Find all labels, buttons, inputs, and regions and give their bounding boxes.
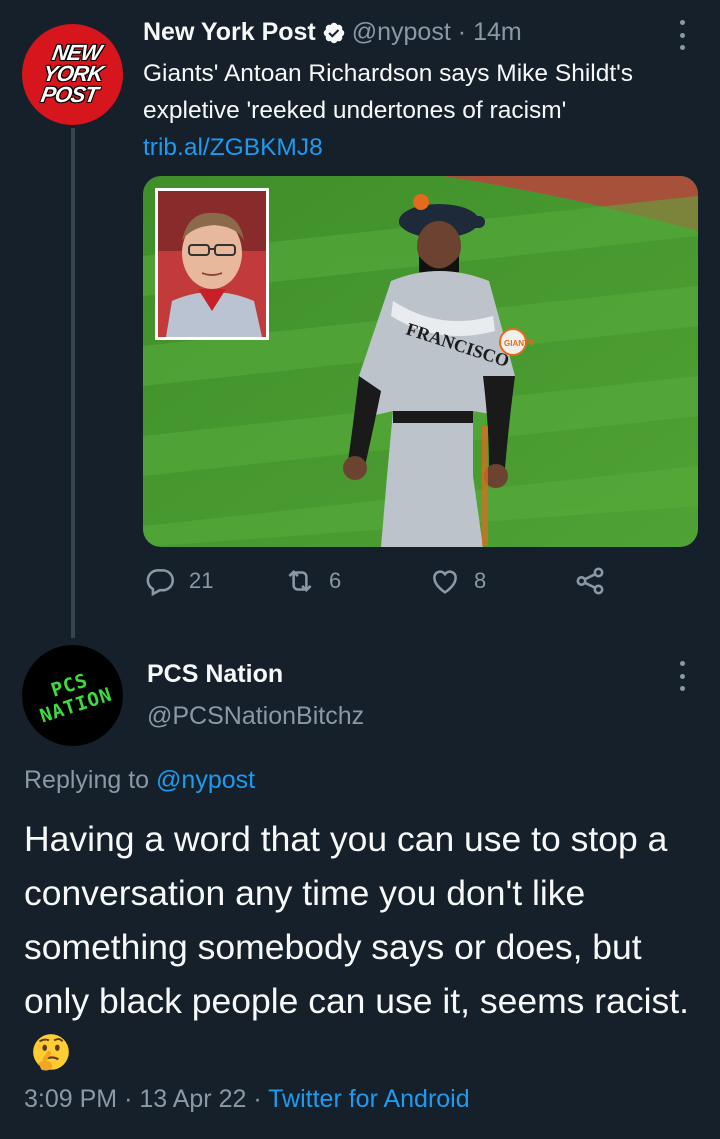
inset-photo	[155, 188, 269, 340]
reply-body: Having a word that you can use to stop a…	[24, 819, 689, 1021]
author-name[interactable]: New York Post	[143, 18, 316, 47]
pcs-nation-avatar[interactable]: PCS NATION	[22, 645, 123, 746]
more-options-icon[interactable]	[676, 20, 688, 50]
logo-word-1: NEW	[49, 39, 103, 65]
tweet-time[interactable]: 14m	[473, 18, 522, 47]
retweet-button[interactable]: 6	[283, 564, 341, 598]
parent-tweet-text: Giants' Antoan Richardson says Mike Shil…	[143, 55, 673, 166]
author-handle[interactable]: @nypost	[352, 18, 451, 47]
parent-tweet-header: New York Post @nypost · 14m	[143, 18, 522, 47]
replying-to-label: Replying to	[24, 766, 150, 794]
retweet-count: 6	[329, 568, 342, 593]
tweet-date[interactable]: 13 Apr 22	[139, 1085, 246, 1113]
reply-tweet-text: Having a word that you can use to stop a…	[24, 812, 704, 1082]
more-options-icon[interactable]	[676, 661, 688, 691]
nypost-logo: NEW YORK POST	[37, 39, 108, 107]
tweet-source[interactable]: Twitter for Android	[268, 1085, 469, 1113]
reply-author-name[interactable]: PCS Nation	[147, 660, 283, 689]
logo-word-2: YORK	[40, 60, 105, 86]
meta-separator: ·	[124, 1085, 133, 1113]
share-icon	[576, 567, 604, 595]
thread-line	[71, 128, 75, 638]
tweet-time[interactable]: 3:09 PM	[24, 1085, 117, 1113]
verified-badge-icon	[323, 22, 344, 43]
sleeve-patch: GIANTS	[504, 339, 535, 348]
reply-icon	[146, 569, 175, 597]
like-count: 8	[474, 568, 487, 593]
retweet-icon	[288, 569, 312, 593]
like-button[interactable]: 8	[428, 564, 486, 598]
meta-separator: ·	[253, 1085, 262, 1113]
replying-to-handle[interactable]: @nypost	[156, 766, 255, 794]
reply-author-handle[interactable]: @PCSNationBitchz	[147, 702, 364, 731]
logo-word-3: POST	[38, 81, 99, 107]
replying-to: Replying to @nypost	[24, 766, 255, 795]
share-button[interactable]	[573, 564, 607, 598]
tweet-link[interactable]: trib.al/ZGBKMJ8	[143, 134, 323, 161]
header-separator: ·	[457, 18, 467, 46]
reply-count: 21	[189, 568, 214, 593]
reply-button[interactable]: 21	[143, 564, 213, 598]
thinking-face-icon	[33, 1034, 69, 1071]
heart-icon	[433, 570, 457, 594]
tweet-meta: 3:09 PM · 13 Apr 22 · Twitter for Androi…	[24, 1085, 470, 1114]
nypost-avatar[interactable]: NEW YORK POST	[22, 24, 123, 125]
pcs-logo: PCS NATION	[31, 664, 115, 727]
tweet-body: Giants' Antoan Richardson says Mike Shil…	[143, 60, 634, 124]
